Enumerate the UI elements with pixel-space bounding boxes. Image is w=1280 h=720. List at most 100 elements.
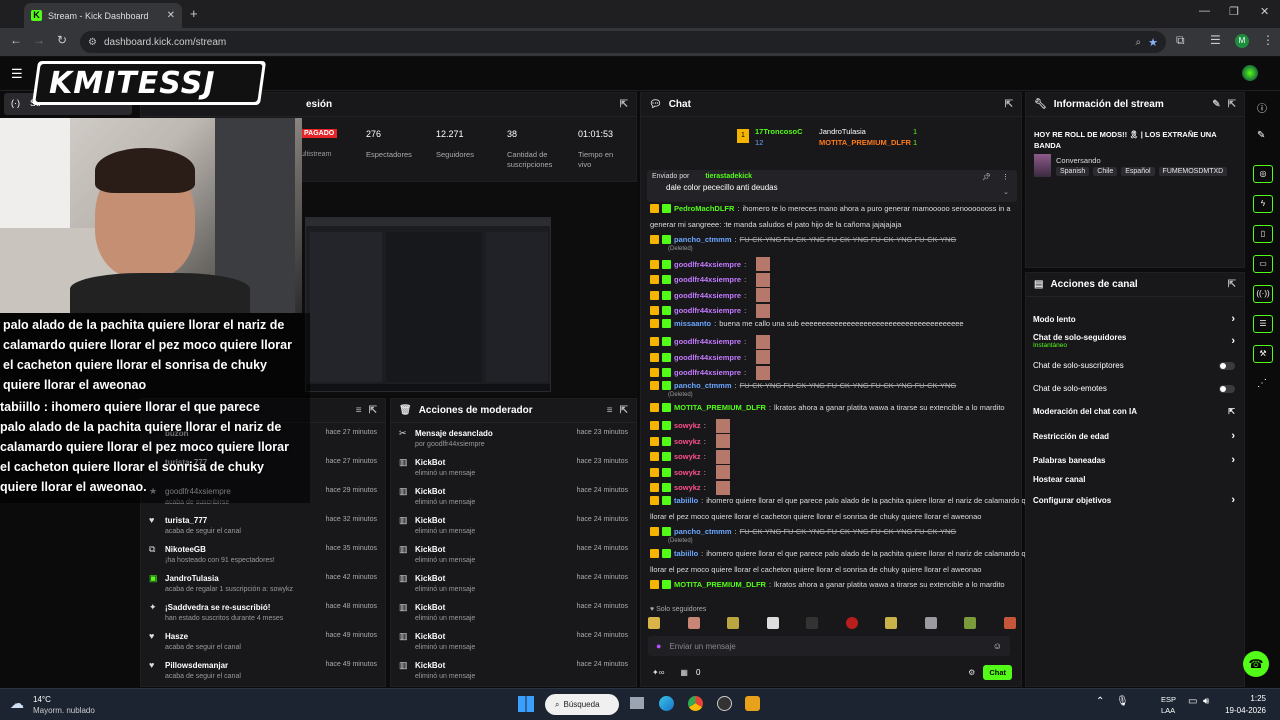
- chat-username[interactable]: pancho_ctmmm: [674, 235, 732, 244]
- support-chat-button[interactable]: ☎: [1243, 651, 1269, 677]
- chat-username[interactable]: pancho_ctmmm: [674, 381, 732, 390]
- category-name[interactable]: Conversando: [1056, 156, 1101, 165]
- action-age-restriction[interactable]: Restricción de edad ›: [1033, 430, 1235, 442]
- popout-icon[interactable]: ⇱: [620, 99, 628, 110]
- emote-icon[interactable]: [806, 617, 819, 629]
- chat-username[interactable]: sowykz: [674, 437, 701, 446]
- emote-icon[interactable]: [924, 617, 937, 629]
- more-icon[interactable]: ⋮: [1002, 173, 1009, 181]
- emote-icon[interactable]: [845, 617, 858, 629]
- chat-username[interactable]: goodlfr44xsiempre: [674, 337, 741, 346]
- globe-avatar[interactable]: [1242, 65, 1258, 81]
- chat-username[interactable]: goodlfr44xsiempre: [674, 275, 741, 284]
- sidebar-chat-icon[interactable]: ▭: [1253, 255, 1273, 273]
- action-followers-only[interactable]: Chat de solo-seguidores Instantáneo ›: [1033, 333, 1235, 349]
- extensions-icon[interactable]: ⧉: [1176, 33, 1185, 48]
- chat-username[interactable]: goodlfr44xsiempre: [674, 306, 741, 315]
- tab-close-icon[interactable]: ✕: [167, 10, 175, 21]
- chat-message[interactable]: goodlfr44xsiempre:: [650, 350, 771, 364]
- restore-icon[interactable]: ❐: [1229, 5, 1239, 18]
- chat-message[interactable]: MOTITA_PREMIUM_DLFR: lkratos ahora a gana…: [650, 403, 1005, 412]
- windows-start-icon[interactable]: [518, 696, 534, 712]
- site-info-icon[interactable]: ⚙: [88, 37, 97, 48]
- action-ai-moderation[interactable]: Moderación del chat con IA ⇱: [1033, 407, 1235, 416]
- chat-message[interactable]: PedroMachDLFR: ihomero te lo mereces mano…: [650, 204, 1011, 213]
- emote-icon[interactable]: [687, 617, 700, 629]
- info-icon[interactable]: ⓘ: [1257, 100, 1267, 115]
- forward-icon[interactable]: →: [33, 33, 45, 47]
- store-icon[interactable]: ▦: [680, 668, 688, 677]
- chat-username[interactable]: tabiillo: [674, 496, 698, 505]
- popout-icon[interactable]: ⇱: [1228, 99, 1236, 110]
- chat-message[interactable]: sowykz:: [650, 465, 730, 479]
- chat-message[interactable]: tabiillo: ihomero quiere llorar el que pa…: [650, 496, 1042, 505]
- chat-message[interactable]: missaanto: buena me callo una sub eeeeeee…: [650, 319, 964, 328]
- tag[interactable]: Español: [1121, 167, 1155, 176]
- tag[interactable]: FUMEMOSDMTXD: [1158, 167, 1227, 176]
- chat-message[interactable]: goodlfr44xsiempre:: [650, 288, 771, 302]
- send-chat-button[interactable]: Chat: [983, 664, 1012, 680]
- chat-username[interactable]: pancho_ctmmm: [674, 527, 732, 536]
- zoom-icon[interactable]: ⌕: [1136, 37, 1142, 48]
- emote-icon[interactable]: [964, 617, 977, 629]
- chat-username[interactable]: sowykz: [674, 421, 701, 430]
- chrome-icon[interactable]: [688, 696, 703, 711]
- emote-icon[interactable]: [1003, 617, 1016, 629]
- chat-username[interactable]: goodlfr44xsiempre: [674, 353, 741, 362]
- chat-username[interactable]: sowykz: [674, 468, 701, 477]
- minimize-icon[interactable]: —: [1199, 5, 1210, 17]
- pencil-icon[interactable]: ✎: [1257, 130, 1265, 141]
- chat-username[interactable]: goodlfr44xsiempre: [674, 368, 741, 377]
- weather-icon[interactable]: ☁: [10, 695, 24, 712]
- chat-message[interactable]: goodlfr44xsiempre:: [650, 365, 771, 380]
- chat-message[interactable]: pancho_ctmmm: FU-CK-YNG FU-CK-YNG FU-CK-Y…: [650, 381, 956, 390]
- points-icon[interactable]: ✦∞: [652, 668, 664, 677]
- chat-username[interactable]: sowykz: [674, 452, 701, 461]
- tag[interactable]: Chile: [1093, 167, 1118, 176]
- expand-icon[interactable]: ⌄: [1003, 188, 1009, 196]
- pin-icon[interactable]: 📌︎: [982, 173, 991, 181]
- mic-tray-icon[interactable]: 🎙︎: [1116, 696, 1129, 707]
- chat-message[interactable]: generar mi sangreee: :te manda saludos e…: [650, 220, 901, 229]
- chat-message[interactable]: pancho_ctmmm: FU-CK-YNG FU-CK-YNG FU-CK-Y…: [650, 235, 956, 244]
- chat-message[interactable]: goodlfr44xsiempre:: [650, 257, 771, 271]
- emote-icon[interactable]: [648, 617, 660, 629]
- chat-message[interactable]: sowykz:: [650, 418, 730, 433]
- file-explorer-icon[interactable]: [630, 697, 644, 709]
- url-field[interactable]: ⚙ dashboard.kick.com/stream ⌕ ★: [80, 31, 1166, 53]
- reload-icon[interactable]: ↻: [57, 33, 67, 47]
- sidebar-camera-icon[interactable]: ◎: [1253, 165, 1273, 183]
- action-host-channel[interactable]: Hostear canal: [1033, 475, 1235, 484]
- back-icon[interactable]: ←: [10, 33, 22, 47]
- emote-icon[interactable]: [885, 617, 898, 629]
- emoji-icon[interactable]: ☺: [993, 641, 1002, 651]
- share-icon[interactable]: ⋰: [1257, 378, 1267, 389]
- popout-icon[interactable]: ⇱: [1005, 99, 1013, 110]
- chat-username[interactable]: MOTITA_PREMIUM_DLFR: [674, 580, 766, 589]
- popout-icon[interactable]: ⇱: [1228, 279, 1236, 290]
- chat-message[interactable]: goodlfr44xsiempre:: [650, 272, 771, 287]
- chat-message[interactable]: goodlfr44xsiempre:: [650, 303, 771, 318]
- edge-icon[interactable]: [659, 696, 674, 711]
- language-indicator[interactable]: ESP: [1161, 695, 1176, 704]
- filter-icon[interactable]: ≡: [607, 405, 613, 416]
- edit-icon[interactable]: ✎: [1212, 99, 1220, 110]
- chat-username[interactable]: missaanto: [674, 319, 711, 328]
- top-gifter-1[interactable]: 17TroncosoC: [755, 127, 803, 136]
- media-icon[interactable]: ☰: [1210, 33, 1221, 47]
- sidebar-wrench-icon[interactable]: ⚒: [1253, 345, 1273, 363]
- chat-message[interactable]: sowykz:: [650, 434, 730, 448]
- chat-username[interactable]: goodlfr44xsiempre: [674, 260, 741, 269]
- action-subscribers-only[interactable]: Chat de solo-suscriptores: [1033, 361, 1235, 370]
- sidebar-broadcast-icon[interactable]: ((·)): [1253, 285, 1273, 303]
- action-slow-mode[interactable]: Modo lento ›: [1033, 313, 1235, 325]
- tag[interactable]: Spanish: [1056, 167, 1090, 176]
- sidebar-list-icon[interactable]: ☰: [1253, 315, 1273, 333]
- popout-icon[interactable]: ⇱: [369, 405, 377, 416]
- subscribers-only-toggle[interactable]: [1219, 361, 1235, 370]
- taskbar-search[interactable]: ⌕ Búsqueda: [545, 694, 619, 715]
- chat-settings-icon[interactable]: ⚙: [968, 668, 975, 677]
- action-banned-words[interactable]: Palabras baneadas ›: [1033, 454, 1235, 466]
- obs-icon[interactable]: [717, 696, 732, 711]
- chat-message[interactable]: goodlfr44xsiempre:: [650, 334, 771, 349]
